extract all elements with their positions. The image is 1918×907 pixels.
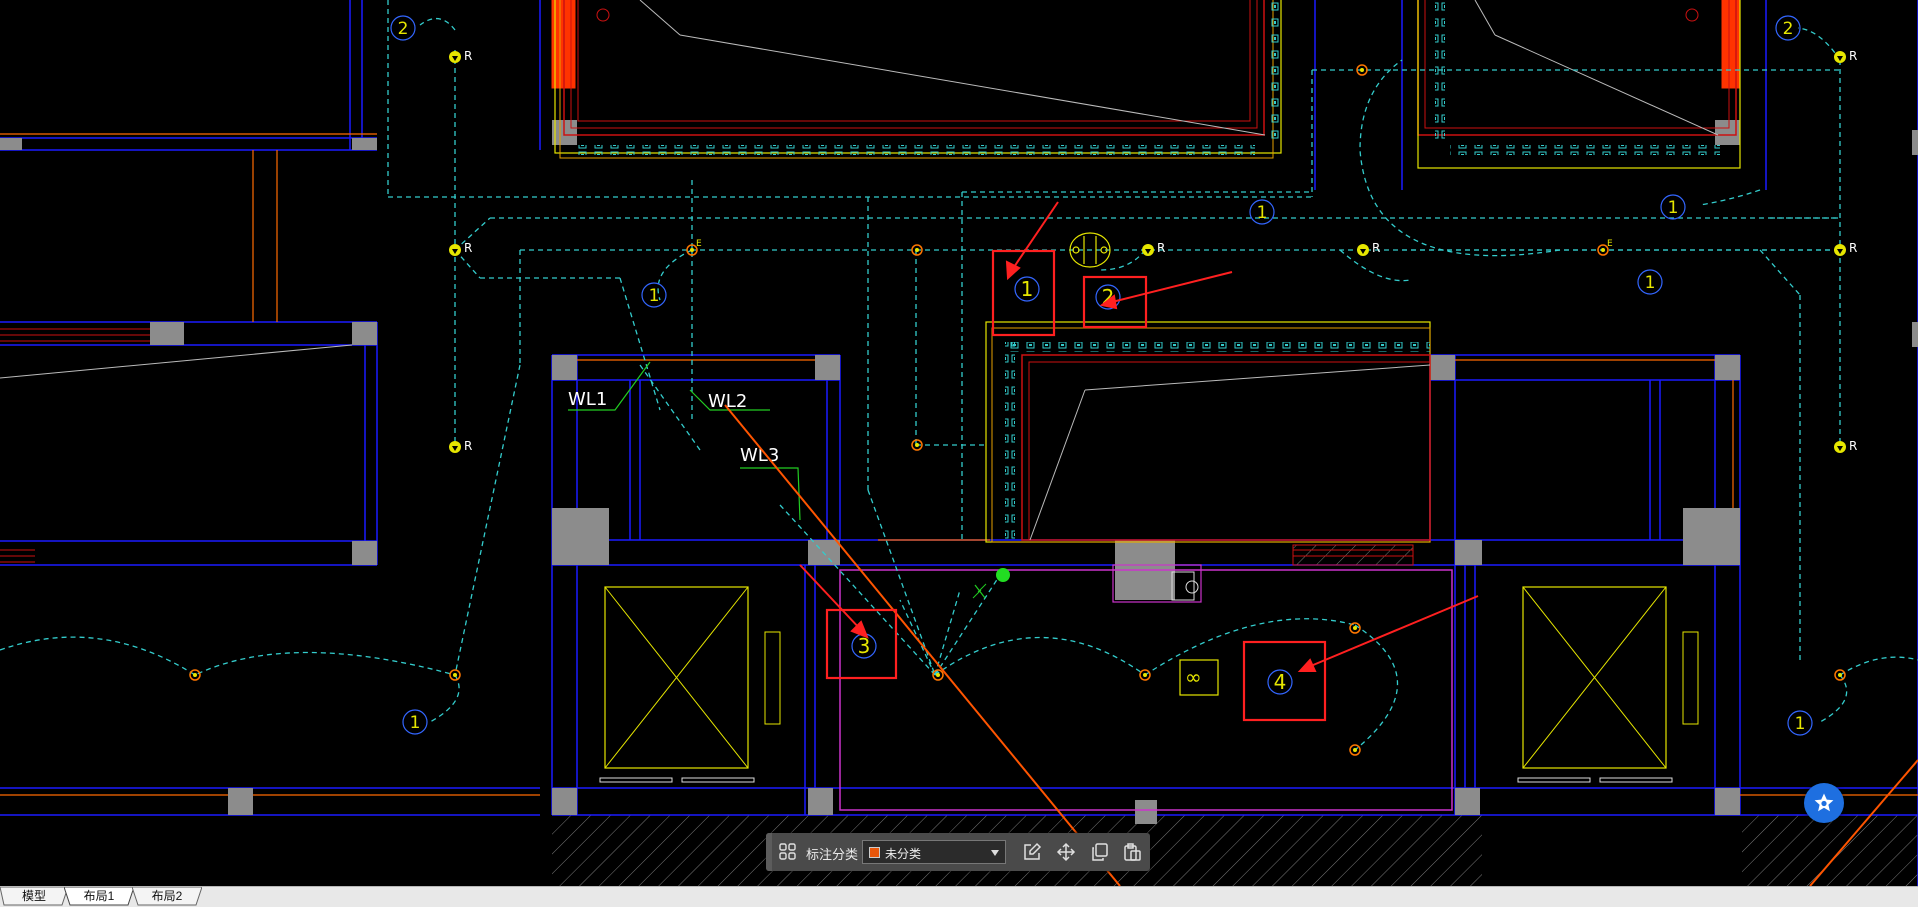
layout-tab-bar: 模型 布局1 布局2 — [0, 886, 1918, 907]
svg-text:∞: ∞ — [1185, 665, 1202, 689]
sockets — [449, 51, 1846, 453]
fan-symbol: ∞ — [1179, 659, 1219, 696]
copy-icon[interactable] — [1090, 842, 1110, 862]
red-callouts[interactable] — [825, 249, 1327, 722]
tab-model[interactable]: 模型 — [0, 887, 68, 906]
circuit-number: 1 — [1645, 273, 1656, 293]
tab-label: 模型 — [21, 889, 46, 903]
socket-letter: R — [464, 49, 472, 63]
callout-number-4: 4 — [1274, 670, 1287, 694]
tab-layout2[interactable]: 布局2 — [132, 887, 202, 906]
orange-lines — [0, 133, 1918, 796]
circuit-number: 1 — [1795, 714, 1806, 734]
annotation-toolbar: 标注分类 未分类 — [766, 833, 1150, 871]
circuit-number: 1 — [410, 713, 421, 733]
edit-icon[interactable] — [1022, 842, 1042, 862]
columns — [0, 120, 1918, 824]
ceiling-frames — [551, 0, 1741, 543]
circuit-number: 2 — [1783, 19, 1794, 39]
chevron-down-icon — [991, 850, 999, 856]
ground-hatch — [552, 815, 1918, 886]
circuit-number: 2 — [398, 19, 409, 39]
toolbar-grip[interactable] — [766, 833, 772, 871]
callout-number-3: 3 — [858, 634, 871, 658]
green-marker — [996, 568, 1010, 582]
circuit-number: 1 — [1257, 203, 1268, 223]
socket-letter: R — [1849, 241, 1857, 255]
circuit-number: 1 — [1668, 198, 1679, 218]
category-select[interactable]: 未分类 — [862, 840, 1006, 864]
socket-letter: R — [464, 241, 472, 255]
cables — [0, 0, 1918, 751]
favorite-button[interactable] — [1804, 783, 1844, 823]
callout-number-1: 1 — [1021, 277, 1034, 301]
category-value: 未分类 — [885, 847, 922, 861]
socket-letter: R — [1157, 241, 1165, 255]
socket-letter: R — [464, 439, 472, 453]
tab-label: 布局2 — [151, 889, 183, 903]
category-color-swatch — [869, 847, 880, 858]
socket-letter: R — [1372, 241, 1380, 255]
category-grid-icon[interactable] — [778, 842, 798, 862]
tab-layout1[interactable]: 布局1 — [64, 887, 134, 906]
socket-letter: R — [1849, 49, 1857, 63]
wl1-label: WL1 — [568, 389, 607, 410]
callout-arrows — [799, 201, 1479, 672]
move-icon[interactable] — [1056, 842, 1076, 862]
category-label: 标注分类 — [806, 847, 859, 862]
paste-icon[interactable] — [1122, 842, 1142, 862]
tab-label: 布局1 — [83, 889, 115, 903]
walls — [0, 0, 1918, 886]
cad-drawing-canvas[interactable]: WL1 WL2 WL3 E E R R R R R R R R ∞ 2 1 1 … — [0, 0, 1918, 886]
fixture-dots — [193, 68, 1842, 752]
socket-letter: R — [1849, 439, 1857, 453]
circuit-number: 1 — [649, 286, 660, 306]
circuit-numbers — [390, 15, 1813, 736]
fixture-letter: E — [696, 239, 702, 249]
star-icon — [1814, 793, 1834, 812]
fixture-letter: E — [1607, 239, 1613, 249]
room-outlines — [0, 328, 1699, 811]
